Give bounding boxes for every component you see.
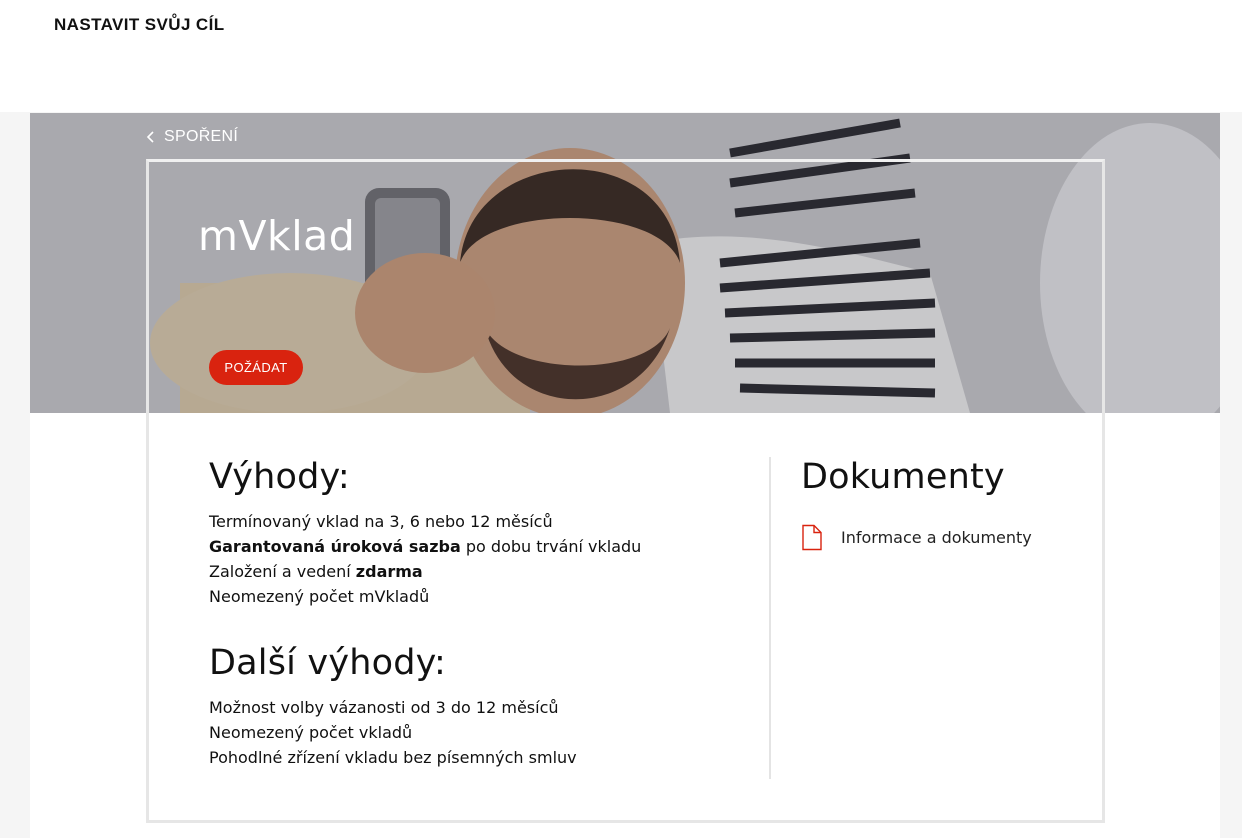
benefits-column: Výhody: Termínovaný vklad na 3, 6 nebo 1… [209, 455, 749, 770]
benefit-text: Termínovaný vklad na 3, 6 nebo 12 měsíců [209, 512, 553, 531]
document-icon [802, 524, 822, 551]
request-button[interactable]: POŽÁDAT [209, 350, 303, 385]
product-title: mVklad [198, 212, 356, 260]
more-benefits-list: Možnost volby vázanosti od 3 do 12 měsíc… [209, 695, 749, 770]
benefit-item: Neomezený počet mVkladů [209, 584, 749, 609]
page: NASTAVIT SVŮJ CÍL SPOŘENÍ mVklad POŽÁDAT… [0, 0, 1242, 838]
more-benefit-item: Pohodlné zřízení vkladu bez písemných sm… [209, 748, 577, 767]
documents-link-label: Informace a dokumenty [841, 528, 1032, 547]
page-heading: NASTAVIT SVŮJ CÍL [54, 15, 225, 34]
documents-column: Dokumenty Informace a dokumenty [801, 455, 1081, 551]
benefit-text: Neomezený počet mVkladů [209, 587, 430, 606]
benefits-title: Výhody: [209, 457, 350, 497]
documents-link[interactable]: Informace a dokumenty [801, 524, 1081, 551]
back-link-label: SPOŘENÍ [164, 128, 239, 145]
benefit-bold-text: Garantovaná úroková sazba [209, 537, 461, 556]
documents-title: Dokumenty [801, 457, 1005, 497]
chevron-left-icon [146, 131, 154, 143]
benefits-list: Termínovaný vklad na 3, 6 nebo 12 měsíců… [209, 509, 749, 609]
benefit-item: Termínovaný vklad na 3, 6 nebo 12 měsíců [209, 509, 749, 534]
more-benefit-item: Možnost volby vázanosti od 3 do 12 měsíc… [209, 698, 559, 717]
benefit-text: po dobu trvání vkladu [460, 537, 642, 556]
column-divider [769, 457, 771, 779]
benefit-bold-text: zdarma [355, 562, 423, 581]
benefit-item: Založení a vedení zdarma [209, 559, 749, 584]
benefit-item: Garantovaná úroková sazba po dobu trvání… [209, 534, 749, 559]
benefit-text: Založení a vedení [209, 562, 356, 581]
top-bar: NASTAVIT SVŮJ CÍL [0, 0, 1242, 112]
more-benefits-title: Další výhody: [209, 643, 447, 683]
back-link[interactable]: SPOŘENÍ [146, 128, 238, 146]
more-benefit-item: Neomezený počet vkladů [209, 723, 413, 742]
